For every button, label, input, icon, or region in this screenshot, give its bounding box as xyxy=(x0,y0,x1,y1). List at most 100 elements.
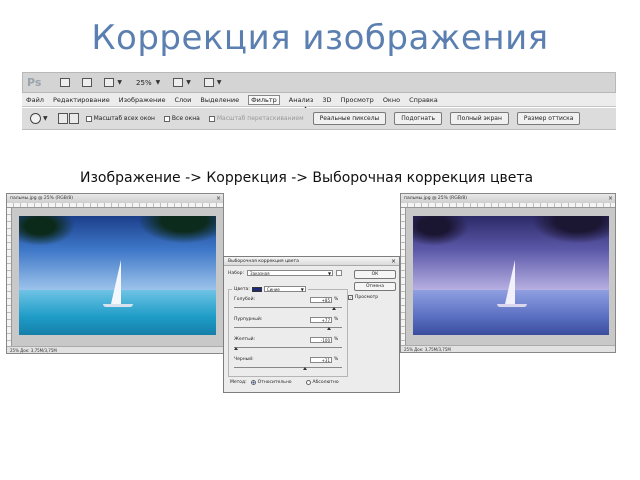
dialog-title-text: Выборочная коррекция цвета xyxy=(228,259,299,264)
preview-label: Просмотр xyxy=(355,295,379,300)
chevron-down-icon[interactable]: ▼ xyxy=(156,79,161,86)
slide-caption: Изображение -> Коррекция -> Выборочная к… xyxy=(80,170,534,186)
checkbox-icon[interactable] xyxy=(85,115,92,122)
checkbox-icon[interactable] xyxy=(163,115,170,122)
option-button[interactable]: Полный экран xyxy=(450,112,509,125)
slider-label: Пурпурный: xyxy=(234,317,263,322)
slider-value-input[interactable]: -100 xyxy=(310,337,332,343)
slider-percent: % xyxy=(334,357,339,362)
menu-item[interactable]: Справка xyxy=(409,96,438,104)
view-extras-icon[interactable] xyxy=(104,78,115,87)
method-label: Метод: xyxy=(230,380,247,385)
chevron-down-icon: ▼ xyxy=(327,271,332,276)
close-icon[interactable]: × xyxy=(216,194,221,203)
slider-label: Голубой: xyxy=(234,297,256,302)
slider-track[interactable] xyxy=(234,347,342,348)
colors-row: Цвета: Синие ▼ xyxy=(232,286,308,292)
option-button[interactable]: Реальные пикселы xyxy=(312,112,387,125)
bridge-icon[interactable] xyxy=(60,78,71,87)
colors-select[interactable]: Синие ▼ xyxy=(263,286,306,292)
document-title: пальмы.jpg @ 25% (RGB/8) × xyxy=(7,194,223,203)
preset-select[interactable]: Заказная ▼ xyxy=(247,270,334,276)
slider-thumb[interactable] xyxy=(302,367,307,370)
slider-percent: % xyxy=(334,297,339,302)
checkbox-icon[interactable] xyxy=(208,115,215,122)
preset-options-icon[interactable] xyxy=(336,270,343,276)
option-checkbox[interactable]: Масштаб всех окон xyxy=(85,115,155,122)
color-swatch-blue xyxy=(251,286,262,292)
sailboat-sail xyxy=(111,260,121,304)
menu-bar: Файл Редактирование Изображение Слои Выделен… xyxy=(22,93,616,107)
screen-mode-icon[interactable] xyxy=(203,78,214,87)
slider-percent: % xyxy=(334,337,339,342)
slider-track[interactable] xyxy=(234,307,342,308)
slider-percent: % xyxy=(334,317,339,322)
zoom-level[interactable]: 25% xyxy=(136,79,152,87)
option-checkbox-label: Масштаб всех окон xyxy=(93,115,155,122)
menu-item[interactable]: Файл xyxy=(26,96,44,104)
chevron-down-icon[interactable]: ▼ xyxy=(117,79,122,86)
option-button[interactable]: Размер оттиска xyxy=(516,112,581,125)
menu-item[interactable]: Слои xyxy=(174,96,191,104)
method-row: Метод: Относительно Абсолютно xyxy=(230,380,339,385)
method-relative-radio[interactable] xyxy=(250,380,256,385)
menu-item[interactable]: Просмотр xyxy=(340,96,373,104)
slider-value-input[interactable]: +31 xyxy=(310,357,332,363)
option-checkbox-label: Масштаб перетаскиванием xyxy=(216,115,304,122)
selective-color-dialog: Выборочная коррекция цвета × Набор: Зака… xyxy=(223,256,400,393)
document-title: пальмы.jpg @ 25% (RGB/8) × xyxy=(401,194,615,203)
minibridge-icon[interactable] xyxy=(82,78,93,87)
close-icon[interactable]: × xyxy=(391,257,396,266)
option-checkbox-label: Все окна xyxy=(171,115,200,122)
dialog-title: Выборочная коррекция цвета × xyxy=(224,257,399,266)
chevron-down-icon[interactable]: ▼ xyxy=(217,79,222,86)
cancel-button[interactable]: Отмена xyxy=(354,282,396,291)
option-button[interactable]: Подогнать xyxy=(394,112,443,125)
zoom-in-icon[interactable] xyxy=(57,113,68,124)
preset-value: Заказная xyxy=(250,271,270,276)
sailboat-hull xyxy=(103,304,133,307)
chevron-down-icon[interactable]: ▼ xyxy=(43,115,48,122)
slider-label: Желтый: xyxy=(234,337,256,342)
slider-value-input[interactable]: +85 xyxy=(310,297,332,303)
menu-item[interactable]: Выделение xyxy=(200,96,239,104)
document-window-after[interactable]: пальмы.jpg @ 25% (RGB/8) × 25% Док: 3,75… xyxy=(400,193,616,353)
option-checkbox[interactable]: Все окна xyxy=(163,115,200,122)
document-window-before[interactable]: пальмы.jpg @ 25% (RGB/8) × 25% Док: 3,75… xyxy=(6,193,224,354)
zoom-out-icon[interactable] xyxy=(68,113,79,124)
horizontal-ruler xyxy=(7,203,223,208)
photoshop-logo: Ps xyxy=(27,76,42,89)
horizontal-ruler xyxy=(401,203,615,208)
menu-item[interactable]: Редактирование xyxy=(53,96,110,104)
menu-item[interactable]: Изображение xyxy=(119,96,166,104)
menu-item[interactable]: Окно xyxy=(383,96,400,104)
menu-item[interactable]: Фильтр xyxy=(248,94,280,105)
close-icon[interactable]: × xyxy=(608,194,613,203)
chevron-down-icon[interactable]: ▼ xyxy=(186,79,191,86)
options-bar: ▼ Масштаб всех окон Все окна Масштаб перет… xyxy=(22,108,616,130)
menu-item[interactable]: Анализ xyxy=(289,96,314,104)
slider-track[interactable] xyxy=(234,327,342,328)
vertical-ruler xyxy=(401,208,406,346)
preview-checkbox[interactable]: ✓ xyxy=(348,295,353,300)
preset-label: Набор: xyxy=(228,270,245,276)
zoom-tool-icon[interactable] xyxy=(30,113,41,124)
ok-button[interactable]: ОК xyxy=(354,270,396,279)
sailboat-hull xyxy=(497,304,527,307)
option-checkbox[interactable]: Масштаб перетаскиванием xyxy=(208,115,304,122)
photo-corrected xyxy=(413,216,609,335)
slider-value-input[interactable]: +77 xyxy=(310,317,332,323)
method-absolute-radio[interactable] xyxy=(305,380,311,385)
sailboat-sail xyxy=(505,260,515,304)
slider-track[interactable] xyxy=(234,367,342,368)
document-status-bar: 25% Док: 3,75M/3,75M xyxy=(401,345,615,352)
slider-thumb[interactable] xyxy=(331,307,336,310)
method-relative-label: Относительно xyxy=(257,380,292,385)
document-status-bar: 25% Док: 3,75M/3,75M xyxy=(7,346,223,353)
slider-thumb[interactable] xyxy=(234,347,238,350)
app-bar: Ps ▼ 25% ▼ ▼ ▼ xyxy=(22,72,616,93)
preview-row: ✓ Просмотр xyxy=(348,295,378,300)
slider-thumb[interactable] xyxy=(327,327,332,330)
arrange-documents-icon[interactable] xyxy=(173,78,184,87)
menu-item[interactable]: 3D xyxy=(322,96,331,104)
